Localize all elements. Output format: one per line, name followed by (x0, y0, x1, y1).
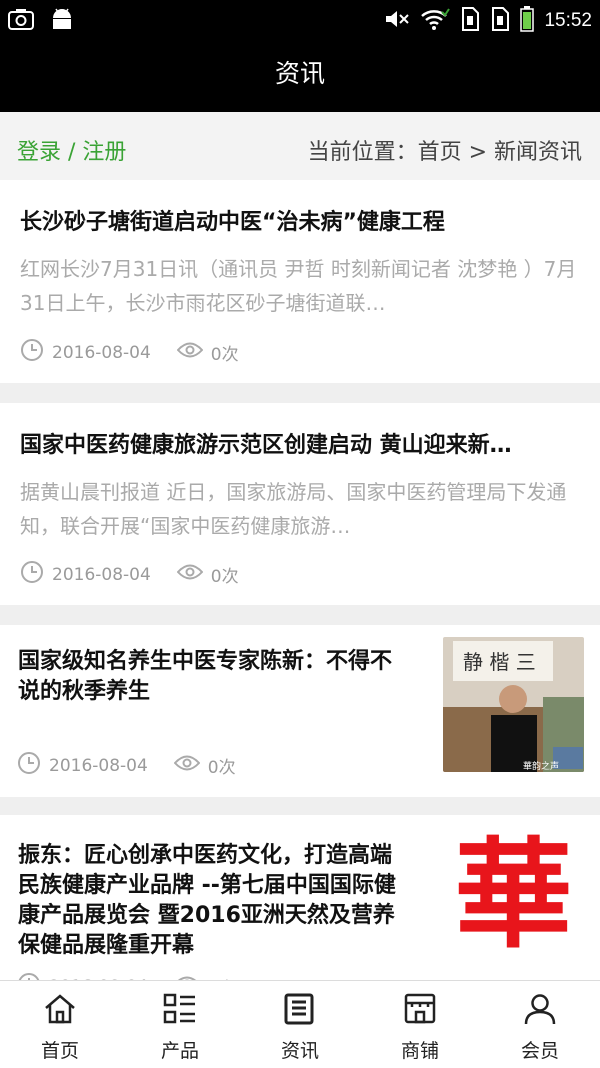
android-icon (50, 8, 74, 34)
article-views: 0次 (207, 758, 236, 778)
sim2-icon (490, 7, 510, 35)
list-item[interactable]: 国家中医药健康旅游示范区创建启动 黄山迎来新… 据黄山晨刊报道 近日，国家旅游局… (0, 403, 600, 605)
status-time: 15:52 (544, 10, 592, 31)
sim1-icon (460, 7, 480, 35)
list-item[interactable]: 振东：匠心创承中医药文化，打造高端民族健康产业品牌 --第七届中国国际健康产品展… (0, 815, 600, 980)
article-views: 0次 (210, 567, 239, 587)
nav-home[interactable]: 首页 (0, 981, 120, 1068)
divider (0, 383, 600, 403)
news-icon (283, 993, 317, 1030)
login-register-link[interactable]: 登录 / 注册 (17, 134, 126, 166)
clock-icon (20, 560, 44, 589)
home-icon (43, 993, 77, 1030)
nav-label: 会员 (520, 1040, 559, 1062)
clock-icon (17, 751, 41, 780)
article-summary: 据黄山晨刊报道 近日，国家旅游局、国家中医药管理局下发通知，联合开展“国家中医药… (20, 480, 567, 538)
eye-icon (173, 754, 201, 777)
article-title[interactable]: 长沙砂子塘街道启动中医“治未病”健康工程 (20, 204, 580, 236)
article-meta: 2016-08-04 0次 (20, 338, 239, 367)
clock-icon (20, 338, 44, 367)
divider (0, 605, 600, 625)
nav-store[interactable]: 商铺 (360, 981, 480, 1068)
mute-icon (384, 8, 410, 34)
article-thumbnail[interactable]: 華 (443, 827, 584, 962)
user-icon (523, 993, 557, 1030)
list-item[interactable]: 国家级知名养生中医专家陈新：不得不说的秋季养生 2016-08-04 0次 静 … (0, 625, 600, 797)
article-meta: 2016-08-04 0次 (17, 751, 236, 780)
store-icon (403, 993, 437, 1030)
eye-icon (176, 341, 204, 364)
article-title[interactable]: 国家级知名养生中医专家陈新：不得不说的秋季养生 (18, 647, 403, 707)
nav-label: 首页 (40, 1040, 79, 1062)
article-meta: 2016-08-04 0次 (20, 560, 239, 589)
bottom-nav: 首页 产品 资讯 商铺 会员 (0, 980, 600, 1068)
nav-news[interactable]: 资讯 (240, 981, 360, 1068)
article-thumbnail[interactable]: 静 楷 三 華韵之声 (443, 637, 584, 772)
breadcrumb: 当前位置：首页 > 新闻资讯 (307, 140, 582, 165)
thumb-caption: 華韵之声 (523, 760, 559, 772)
status-bar: 15:52 (0, 0, 600, 42)
article-title[interactable]: 国家中医药健康旅游示范区创建启动 黄山迎来新… (20, 427, 580, 459)
article-meta: 2016-08-04 0次 (17, 972, 236, 980)
article-date: 2016-08-04 (52, 564, 151, 585)
article-date: 2016-08-04 (52, 342, 151, 363)
list-item[interactable]: 长沙砂子塘街道启动中医“治未病”健康工程 红网长沙7月31日讯（通讯员 尹哲 时… (0, 180, 600, 383)
svg-text:静 楷 三: 静 楷 三 (463, 650, 536, 674)
list-icon (163, 993, 197, 1030)
article-views: 0次 (210, 345, 239, 365)
nav-products[interactable]: 产品 (120, 981, 240, 1068)
eye-icon (176, 563, 204, 586)
page-title-bar: 资讯 (0, 42, 600, 112)
page-title: 资讯 (274, 59, 325, 88)
article-title[interactable]: 振东：匠心创承中医药文化，打造高端民族健康产业品牌 --第七届中国国际健康产品展… (18, 841, 403, 961)
screenshot-icon (8, 8, 34, 34)
divider (0, 797, 600, 815)
wifi-icon (420, 8, 451, 34)
clock-icon (17, 972, 41, 980)
nav-label: 资讯 (280, 1040, 319, 1062)
nav-label: 商铺 (400, 1040, 439, 1062)
hua-logo: 華 (454, 827, 573, 962)
battery-icon (520, 6, 535, 36)
nav-label: 产品 (160, 1040, 199, 1062)
article-summary: 红网长沙7月31日讯（通讯员 尹哲 时刻新闻记者 沈梦艳 ）7月31日上午，长沙… (20, 257, 577, 315)
breadcrumb-bar: 登录 / 注册 当前位置：首页 > 新闻资讯 (0, 112, 600, 180)
article-date: 2016-08-04 (49, 755, 148, 776)
nav-member[interactable]: 会员 (480, 981, 600, 1068)
